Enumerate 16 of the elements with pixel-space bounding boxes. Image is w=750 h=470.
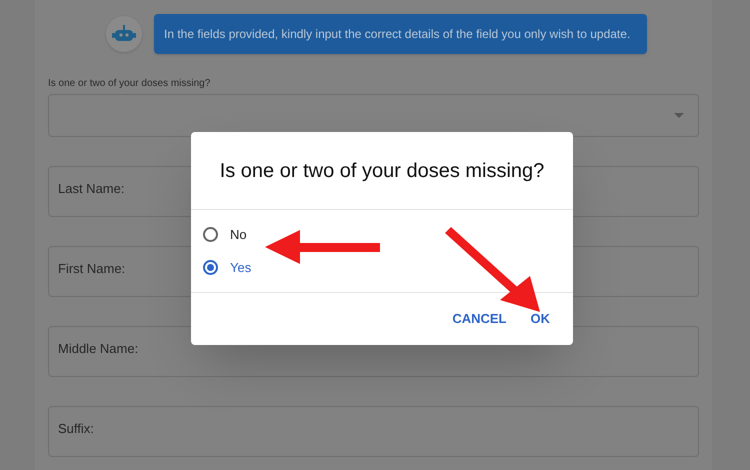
field-label: Is one or two of your doses missing?	[48, 77, 212, 91]
robot-icon	[112, 24, 136, 44]
field-label: Last Name:	[58, 181, 124, 196]
radio-icon	[203, 227, 218, 242]
field-label: Suffix:	[58, 421, 94, 436]
info-banner: In the fields provided, kindly input the correct details of the field you only wish to update.	[154, 14, 647, 54]
caret-icon	[674, 113, 684, 118]
radio-icon	[203, 260, 218, 275]
dialog-button[interactable]: CANCEL	[452, 309, 506, 329]
dialog-button[interactable]: OK	[530, 309, 550, 329]
arrow-icon	[445, 227, 540, 312]
text-field[interactable]: Suffix:	[48, 406, 699, 457]
field-label: First Name:	[58, 261, 126, 276]
arrow-icon	[265, 230, 380, 264]
dialog-title: Is one or two of your doses missing?	[218, 158, 546, 184]
field-label: Middle Name:	[58, 341, 138, 356]
